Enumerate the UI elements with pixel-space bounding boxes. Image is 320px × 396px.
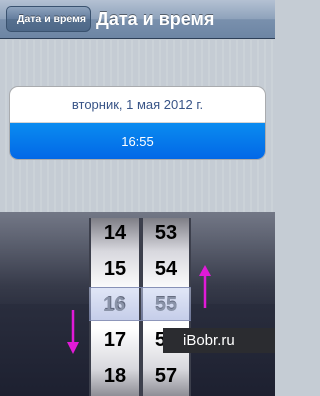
back-button[interactable]: Дата и время (6, 6, 91, 32)
selected-hour: 16 (102, 293, 126, 316)
arrow-down-icon (66, 308, 80, 356)
hour-item[interactable]: 14 (91, 218, 139, 248)
back-button-label: Дата и время (16, 13, 87, 25)
minute-item[interactable]: 53 (143, 218, 189, 248)
watermark: iBobr.ru (163, 328, 275, 353)
hour-item[interactable]: 17 (91, 325, 139, 355)
date-time-group: вторник, 1 мая 2012 г. 16:55 (9, 86, 266, 160)
minute-item[interactable]: 54 (143, 254, 189, 284)
arrow-up-icon (198, 264, 212, 310)
content-area: вторник, 1 мая 2012 г. 16:55 (0, 40, 275, 212)
date-row[interactable]: вторник, 1 мая 2012 г. (10, 87, 265, 123)
minute-item[interactable]: 57 (143, 361, 189, 391)
navigation-bar: Дата и время Дата и время (0, 0, 275, 39)
page-title: Дата и время (96, 9, 215, 29)
selected-minute: 55 (154, 293, 178, 316)
hour-item[interactable]: 15 (91, 254, 139, 284)
time-row[interactable]: 16:55 (10, 123, 265, 159)
hour-item[interactable]: 18 (91, 361, 139, 391)
time-picker[interactable]: 14 15 16 17 18 53 54 55 56 57 16 55 (0, 212, 275, 396)
picker-selection-bar: 16 55 (89, 287, 191, 321)
